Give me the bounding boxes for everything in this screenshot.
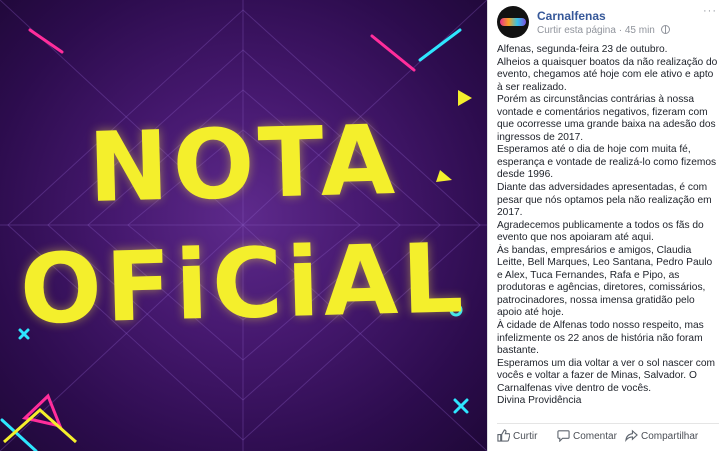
more-options-icon[interactable]: ··· — [701, 6, 719, 20]
like-button[interactable]: Curtir — [497, 429, 537, 442]
post-meta: Curtir esta página · 45 min — [537, 25, 670, 36]
like-page-link[interactable]: Curtir esta página — [537, 25, 616, 36]
post-paragraph: Às bandas, empresários e amigos, Claudia… — [497, 244, 713, 319]
post-actions: Curtir Comentar Compartilhar — [497, 423, 719, 446]
post-panel: Carnalfenas Curtir esta página · 45 min … — [487, 0, 725, 451]
share-button[interactable]: Compartilhar — [625, 429, 699, 443]
post-paragraph: Alfenas, segunda-feira 23 de outubro. — [497, 44, 668, 55]
post-paragraph: Divina Providência — [497, 395, 582, 407]
share-icon — [625, 429, 638, 443]
post-paragraph: Agradecemos publicamente a todos os fãs … — [497, 219, 704, 244]
post-paragraph: Esperamos um dia voltar a ver o sol nasc… — [497, 357, 715, 394]
post-paragraph: Diante das adversidades apresentadas, é … — [497, 182, 712, 219]
image-title-line1: NOTA — [86, 103, 401, 225]
image-title-line2: OFiCiAL — [18, 222, 469, 346]
post-paragraph: À cidade de Alfenas todo nosso respeito,… — [497, 320, 704, 357]
globe-icon — [660, 25, 670, 34]
post-text: Alfenas, segunda-feira 23 de outubro. Al… — [497, 44, 719, 408]
post-paragraph: Esperamos até o dia de hoje com muita fé… — [497, 144, 717, 181]
post-header: Carnalfenas Curtir esta página · 45 min … — [497, 6, 719, 40]
share-label: Compartilhar — [641, 431, 699, 442]
post-paragraph: Alheios a quaisquer boatos da não realiz… — [497, 56, 718, 93]
avatar[interactable] — [497, 6, 529, 38]
comment-button[interactable]: Comentar — [557, 429, 617, 443]
comment-label: Comentar — [573, 431, 617, 442]
post-timestamp[interactable]: 45 min — [625, 25, 655, 36]
comment-icon — [557, 430, 570, 443]
page-name-link[interactable]: Carnalfenas — [537, 9, 606, 23]
post-image[interactable]: NOTA OFiCiAL — [0, 0, 487, 451]
like-label: Curtir — [513, 431, 538, 442]
post-paragraph: Porém as circunstâncias contrárias à nos… — [497, 94, 716, 143]
meta-separator: · — [618, 25, 623, 36]
thumbs-up-icon — [497, 429, 511, 442]
avatar-logo — [500, 18, 526, 26]
